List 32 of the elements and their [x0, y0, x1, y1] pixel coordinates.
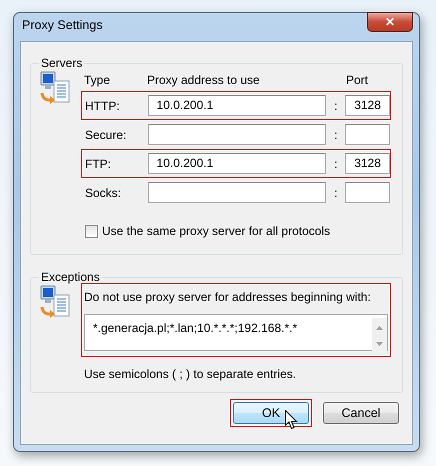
checkbox-label[interactable]: Use the same proxy server for all protocols: [102, 222, 330, 240]
group-title: Servers: [40, 57, 84, 69]
column-header: Type: [84, 73, 110, 87]
computer-document-icon: [39, 71, 71, 105]
port-field[interactable]: 3128: [345, 153, 390, 174]
separator-text: :: [334, 98, 338, 112]
address-field[interactable]: [148, 124, 326, 145]
exceptions-field[interactable]: *.generacja.pl;*.lan;10.*.*.*;192.168.*.*: [84, 314, 388, 351]
row-label: Socks:: [85, 186, 122, 200]
port-field[interactable]: [345, 124, 390, 145]
column-header: Port: [346, 73, 368, 87]
separator-text: :: [334, 186, 338, 200]
port-field[interactable]: 3128: [345, 95, 390, 116]
exceptions-label: Do not use proxy server for addresses beginning with:: [84, 289, 372, 306]
group-title: Exceptions: [40, 271, 101, 283]
address-field[interactable]: 10.0.200.1: [148, 95, 326, 116]
hint-text: Use semicolons ( ; ) to separate entries.: [84, 366, 298, 383]
address-field[interactable]: [148, 182, 326, 203]
checkbox[interactable]: [85, 224, 98, 238]
computer-document-icon: [39, 285, 71, 319]
port-field[interactable]: [345, 182, 390, 203]
row-label: Secure:: [85, 128, 126, 142]
separator-text: :: [334, 128, 338, 142]
dialog-button[interactable]: Cancel: [323, 402, 399, 424]
close-button[interactable]: ✕: [367, 12, 413, 32]
row-label: HTTP:: [85, 98, 120, 112]
row-label: FTP:: [85, 156, 111, 170]
window-title: Proxy Settings: [22, 17, 103, 34]
column-header: Proxy address to use: [147, 73, 260, 87]
separator-text: :: [334, 156, 338, 170]
dialog-button[interactable]: OK: [233, 402, 309, 424]
address-field[interactable]: 10.0.200.1: [148, 153, 326, 174]
